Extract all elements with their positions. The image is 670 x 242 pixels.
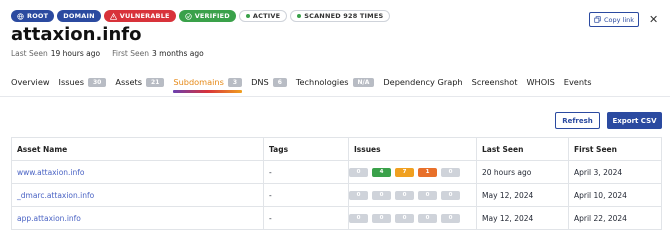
tab-screenshot-label: Screenshot [471,77,518,87]
table-header: Asset Name Tags Issues Last Seen First S… [12,138,661,161]
root-badge-label: ROOT [27,12,49,20]
issue-count-pill[interactable]: 0 [372,213,391,223]
tab-subdomains-label: Subdomains [173,77,224,87]
tabs-divider [0,96,670,97]
issue-count-pill[interactable]: 0 [418,190,437,200]
first-seen-cell: April 3, 2024 [574,167,623,177]
issue-count-pill[interactable]: 0 [441,190,460,200]
vulnerable-badge: VULNERABLE [103,10,176,22]
copy-link-button[interactable]: Copy link [589,12,639,27]
issue-count-pill[interactable]: 0 [395,190,414,200]
tab-assets[interactable]: Assets 21 [115,77,165,93]
last-seen-label: Last Seen [11,49,48,58]
first-seen-cell: April 10, 2024 [574,190,627,200]
verified-badge-label: VERIFIED [194,12,230,20]
table-row[interactable]: app.attaxion.info - 0 0 0 0 0 May 12, 20… [12,207,661,230]
tab-issues-count: 30 [88,77,107,87]
tab-whois[interactable]: WHOIS [526,77,554,93]
issue-count-pill[interactable]: 7 [395,167,414,177]
first-seen-value: 3 months ago [152,49,204,58]
tab-overview[interactable]: Overview [11,77,50,93]
tab-screenshot[interactable]: Screenshot [472,77,518,93]
tab-dependency-graph[interactable]: Dependency Graph [383,77,462,93]
column-asset-name[interactable]: Asset Name [12,138,264,160]
domain-badge-label: DOMAIN [63,12,95,20]
refresh-button[interactable]: Refresh [555,112,600,129]
tab-subdomains-count: 3 [227,77,243,87]
last-seen-cell: May 12, 2024 [477,184,569,206]
first-seen-cell: April 22, 2024 [574,213,627,223]
issue-count-pill[interactable]: 0 [395,213,414,223]
first-seen-label: First Seen [112,49,150,58]
table-row[interactable]: www.attaxion.info - 0 4 7 1 0 20 hours a… [12,161,661,184]
tags-cell: - [264,207,349,229]
copy-link-label: Copy link [603,15,635,24]
issue-count-pill[interactable]: 0 [349,190,368,200]
asset-link[interactable]: www.attaxion.info [17,168,85,177]
column-tags[interactable]: Tags [264,138,349,160]
tab-whois-label: WHOIS [526,77,555,87]
tab-events-label: Events [563,77,592,87]
verified-badge: VERIFIED [178,10,236,22]
domain-badge: DOMAIN [57,10,101,22]
root-badge: ROOT [11,10,55,22]
table-row[interactable]: _dmarc.attaxion.info - 0 0 0 0 0 May 12,… [12,184,661,207]
status-badges: ROOT DOMAIN VULNERABLE VERIFIED ACTIVE S… [11,10,391,22]
issue-count-pill[interactable]: 0 [441,167,460,177]
active-badge: ACTIVE [238,10,288,22]
issue-count-pill[interactable]: 0 [418,213,437,223]
tab-dns[interactable]: DNS 6 [251,77,287,93]
issues-cell: 0 4 7 1 0 [349,161,477,183]
subdomains-table: Asset Name Tags Issues Last Seen First S… [11,137,662,230]
issues-cell: 0 0 0 0 0 [349,184,477,206]
tab-subdomains[interactable]: Subdomains 3 [173,77,243,93]
issue-count-pill[interactable]: 4 [372,167,391,177]
tab-dns-count: 6 [272,77,287,87]
last-seen-cell: 20 hours ago [477,161,569,183]
tab-overview-label: Overview [11,77,50,87]
tab-dependency-graph-label: Dependency Graph [383,77,463,87]
active-dot-icon [245,14,250,18]
scanned-badge: SCANNED 928 TIMES [290,10,391,22]
tab-dns-label: DNS [251,77,269,87]
issue-count-pill[interactable]: 0 [349,213,368,223]
copy-icon [594,16,601,23]
asset-link[interactable]: app.attaxion.info [17,214,81,223]
asset-link[interactable]: _dmarc.attaxion.info [17,191,94,200]
warning-icon [109,12,117,20]
globe-icon [17,12,24,20]
tab-assets-label: Assets [115,77,143,87]
issue-count-pill[interactable]: 0 [441,213,460,223]
tab-technologies[interactable]: Technologies N/A [295,77,375,93]
tags-cell: - [264,161,349,183]
page-title: attaxion.info [11,24,142,45]
tab-issues[interactable]: Issues 30 [59,77,107,93]
check-circle-icon [185,12,192,20]
column-last-seen[interactable]: Last Seen [477,138,569,160]
scanned-badge-label: SCANNED 928 TIMES [304,12,384,20]
export-csv-button[interactable]: Export CSV [607,112,662,129]
close-icon[interactable]: ✕ [649,12,658,27]
tab-bar: Overview Issues 30 Assets 21 Subdomains … [11,77,592,93]
vulnerable-badge-label: VULNERABLE [119,12,170,20]
tab-issues-label: Issues [58,77,84,87]
tags-cell: - [264,184,349,206]
seen-info: Last Seen 19 hours ago First Seen 3 mont… [11,49,204,58]
tab-technologies-label: Technologies [295,77,349,87]
last-seen-value: 19 hours ago [50,49,101,58]
issues-cell: 0 0 0 0 0 [349,207,477,229]
tab-events[interactable]: Events [564,77,592,93]
column-issues[interactable]: Issues [349,138,477,160]
issue-count-pill[interactable]: 0 [349,167,368,177]
active-badge-label: ACTIVE [252,12,281,20]
issue-count-pill[interactable]: 1 [418,167,437,177]
issue-count-pill[interactable]: 0 [372,190,391,200]
tab-assets-count: 21 [146,77,165,87]
scanned-dot-icon [297,14,302,18]
last-seen-cell: May 12, 2024 [477,207,569,229]
column-first-seen[interactable]: First Seen [569,138,661,160]
tab-technologies-count: N/A [352,77,375,87]
